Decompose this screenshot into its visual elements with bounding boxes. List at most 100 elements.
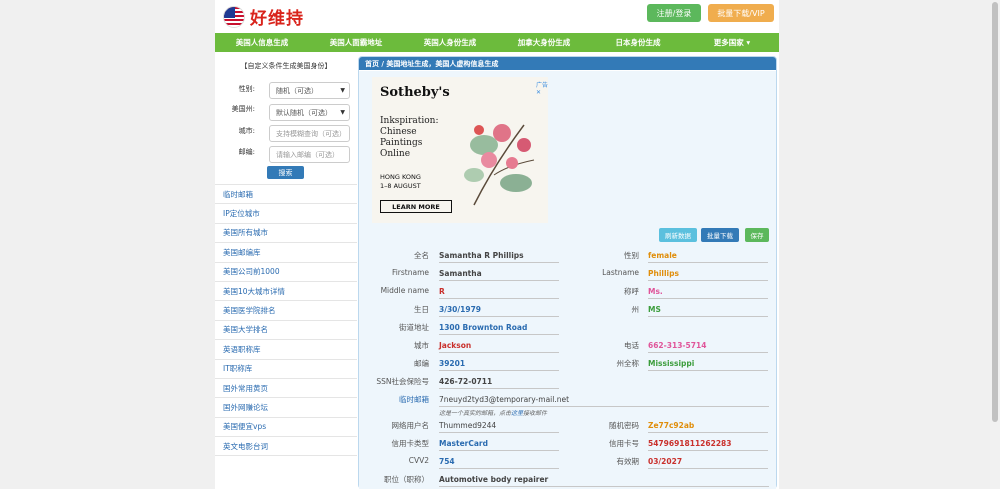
state-label: 美国州: xyxy=(231,105,255,113)
gender-value[interactable]: female xyxy=(648,251,768,263)
cardtype-value[interactable]: MasterCard xyxy=(439,439,559,451)
expiry-label: 有效期 xyxy=(616,457,640,466)
link-top-cities[interactable]: 美国10大城市详情 xyxy=(215,282,357,302)
lastname-label: Lastname xyxy=(602,268,639,277)
link-movie-quotes[interactable]: 英文电影台词 xyxy=(215,437,357,457)
chevron-down-icon: ▼ xyxy=(340,87,345,94)
link-ip-locate[interactable]: IP定位城市 xyxy=(215,204,357,224)
sidebar-links: 临时邮箱 IP定位城市 美国所有城市 美国邮编库 美国公司前1000 美国10大… xyxy=(215,185,357,457)
password-label: 随机密码 xyxy=(609,421,639,430)
ad-brand: Sotheby's xyxy=(380,85,450,100)
email-note: 这是一个真实的邮箱，点击这里接收邮件 xyxy=(439,410,548,417)
fullname-value[interactable]: Samantha R Phillips xyxy=(439,251,559,263)
nav-us-address[interactable]: 美国人面霸地址 xyxy=(309,33,403,52)
chevron-down-icon: ▼ xyxy=(340,109,345,116)
dob-label: 生日 xyxy=(414,305,429,314)
link-english-titles[interactable]: 英语职称库 xyxy=(215,340,357,360)
nav-japan-identity[interactable]: 日本身份生成 xyxy=(591,33,685,52)
nav-uk-identity[interactable]: 英国人身份生成 xyxy=(403,33,497,52)
gender-select[interactable]: 随机（可选） ▼ xyxy=(269,82,350,99)
nav-more-countries[interactable]: 更多国家 ▾ xyxy=(685,33,779,52)
email-label[interactable]: 临时邮箱 xyxy=(359,394,429,405)
main-panel: 首页 / 美国地址生成，美国人虚构信息生成 广告 ✕ Sotheby's Ink… xyxy=(358,56,777,489)
nav-us-info[interactable]: 美国人信息生成 xyxy=(215,33,309,52)
state-label: 州 xyxy=(631,305,640,314)
ad-close-icon[interactable]: 广告 ✕ xyxy=(536,80,548,96)
page-scrollbar[interactable] xyxy=(990,0,1000,489)
phone-label: 电话 xyxy=(624,341,639,350)
main-body: 广告 ✕ Sotheby's Inkspiration: Chinese Pai… xyxy=(359,71,776,489)
ad-place: HONG KONG 1–8 AUGUST xyxy=(380,173,421,190)
city-label: 城市 xyxy=(414,341,429,350)
city-input[interactable]: 支持模糊查询（可选） xyxy=(269,125,350,142)
logo[interactable]: 好维持 xyxy=(223,4,304,29)
cardno-value[interactable]: 5479691811262283 xyxy=(648,439,768,451)
firstname-value[interactable]: Samantha xyxy=(439,269,559,281)
state-select[interactable]: 默认随机（可选） ▼ xyxy=(269,104,350,121)
street-label: 街道地址 xyxy=(399,323,429,332)
top-nav: 美国人信息生成 美国人面霸地址 英国人身份生成 加拿大身份生成 日本身份生成 更… xyxy=(215,33,779,52)
link-forums[interactable]: 国外网赚论坛 xyxy=(215,398,357,418)
cvv-value[interactable]: 754 xyxy=(439,457,559,469)
password-value[interactable]: Ze77c92ab xyxy=(648,421,768,433)
link-medical-schools[interactable]: 美国医学院排名 xyxy=(215,301,357,321)
ad-headline: Inkspiration: Chinese Paintings Online xyxy=(380,116,439,159)
cvv-label: CVV2 xyxy=(408,456,429,465)
link-temp-email[interactable]: 临时邮箱 xyxy=(215,185,357,205)
filter-title: 【自定义条件生成美国身份】 xyxy=(240,62,332,70)
salutation-value[interactable]: Ms. xyxy=(648,287,768,299)
email-value[interactable]: 7neuyd2tyd3@temporary-mail.net xyxy=(439,395,769,407)
zip-value[interactable]: 39201 xyxy=(439,359,559,371)
link-top-companies[interactable]: 美国公司前1000 xyxy=(215,263,357,282)
logo-text: 好维持 xyxy=(250,9,304,29)
email-note-link[interactable]: 这里 xyxy=(511,410,523,417)
search-button[interactable]: 搜索 xyxy=(267,166,304,179)
username-value[interactable]: Thummed9244 xyxy=(439,421,559,433)
zip-label: 邮编 xyxy=(414,359,429,368)
zip-label: 邮编: xyxy=(238,148,255,156)
cardtype-label: 信用卡类型 xyxy=(391,439,430,448)
login-button[interactable]: 注册/登录 xyxy=(647,4,701,22)
scrollbar-thumb[interactable] xyxy=(992,2,998,422)
salutation-label: 称呼 xyxy=(624,287,639,296)
gender-label: 性别: xyxy=(238,85,255,93)
batch-download-button[interactable]: 批量下载 xyxy=(701,228,739,242)
ssn-label: SSN社会保险号 xyxy=(376,377,429,386)
page: 好维持 注册/登录 批量下载/VIP 美国人信息生成 美国人面霸地址 英国人身份… xyxy=(215,0,779,489)
expiry-value[interactable]: 03/2027 xyxy=(648,457,768,469)
job-value[interactable]: Automotive body repairer xyxy=(439,475,769,487)
dob-value[interactable]: 3/30/1979 xyxy=(439,305,559,317)
link-it-titles[interactable]: IT职称库 xyxy=(215,360,357,379)
link-us-cities[interactable]: 美国所有城市 xyxy=(215,224,357,244)
flower-painting-image xyxy=(464,124,535,206)
sidebar: 【自定义条件生成美国身份】 性别: 随机（可选） ▼ 美国州: 默认随机（可选） ▼… xyxy=(215,52,357,489)
middlename-value[interactable]: R xyxy=(439,287,559,299)
phone-value[interactable]: 662-313-5714 xyxy=(648,341,768,353)
vip-button[interactable]: 批量下载/VIP xyxy=(708,4,774,22)
ssn-value[interactable]: 426-72-0711 xyxy=(439,377,559,389)
ad-learn-more-button[interactable]: LEARN MORE xyxy=(380,200,452,213)
link-universities[interactable]: 美国大学排名 xyxy=(215,321,357,341)
job-label: 职位（职称） xyxy=(384,475,429,484)
lastname-value[interactable]: Phillips xyxy=(648,269,768,281)
nav-canada-identity[interactable]: 加拿大身份生成 xyxy=(497,33,591,52)
us-flag-icon xyxy=(223,5,245,28)
street-value[interactable]: 1300 Brownton Road xyxy=(439,323,559,335)
link-us-zip[interactable]: 美国邮编库 xyxy=(215,243,357,263)
zip-input[interactable]: 请输入邮编（可选） xyxy=(269,146,350,163)
gender-label: 性别 xyxy=(624,251,639,260)
firstname-label: Firstname xyxy=(391,268,429,277)
state-value[interactable]: MS xyxy=(648,305,768,317)
middlename-label: Middle name xyxy=(380,286,429,295)
breadcrumb[interactable]: 首页 / 美国地址生成，美国人虚构信息生成 xyxy=(359,57,776,70)
save-button[interactable]: 保存 xyxy=(745,228,769,242)
city-value[interactable]: Jackson xyxy=(439,341,559,353)
state-fullname-value[interactable]: Mississippi xyxy=(648,359,768,371)
refresh-button[interactable]: 刷新数据 xyxy=(659,228,697,242)
advertisement[interactable]: 广告 ✕ Sotheby's Inkspiration: Chinese Pai… xyxy=(372,77,548,223)
link-yellow-pages[interactable]: 国外常用黄页 xyxy=(215,379,357,399)
header: 好维持 注册/登录 批量下载/VIP xyxy=(215,0,779,32)
city-label: 城市: xyxy=(238,127,255,135)
link-cheap-vps[interactable]: 美国便宜vps xyxy=(215,418,357,438)
cardno-label: 信用卡号 xyxy=(609,439,639,448)
